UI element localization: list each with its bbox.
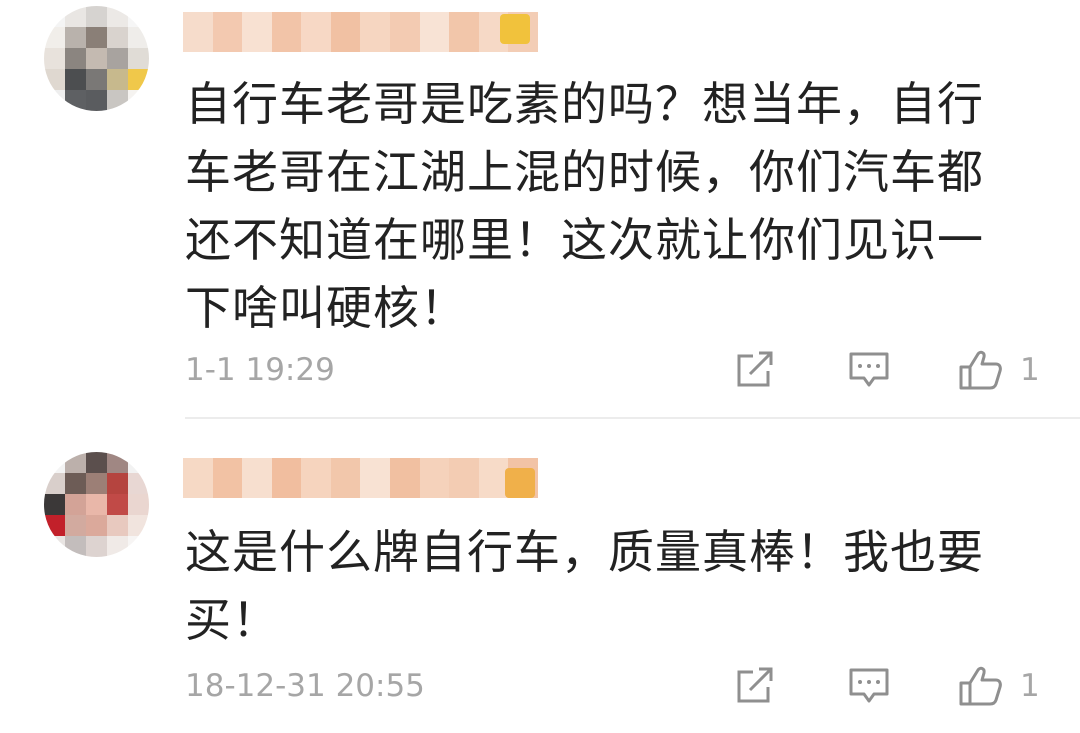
vip-badge-icon [505, 468, 535, 498]
like-icon [959, 666, 1002, 706]
username-censored[interactable] [183, 458, 538, 498]
comment-text: 自行车老哥是吃素的吗？想当年，自行车老哥在江湖上混的时候，你们汽车都还不知道在哪… [185, 77, 984, 335]
comment-item: 自行车老哥是吃素的吗？想当年，自行车老哥在江湖上混的时候，你们汽车都还不知道在哪… [0, 0, 1080, 418]
comment-meta: 18-12-31 20:55 1 [185, 666, 1050, 706]
comment-text: 这是什么牌自行车，质量真棒！我也要买！ [185, 525, 984, 647]
comment-feed: 自行车老哥是吃素的吗？想当年，自行车老哥在江湖上混的时候，你们汽车都还不知道在哪… [0, 0, 1080, 733]
reply-button[interactable] [847, 350, 891, 390]
share-icon [737, 351, 773, 387]
share-button[interactable] [733, 350, 775, 390]
share-icon [737, 667, 773, 703]
comment-timestamp: 1-1 19:29 [185, 352, 335, 388]
like-icon [959, 350, 1002, 390]
reply-icon [849, 352, 889, 387]
vip-badge-icon [500, 14, 530, 44]
reply-button[interactable] [847, 666, 891, 706]
like-count: 1 [1020, 668, 1040, 704]
username-censored[interactable] [183, 12, 538, 52]
comment-item: 这是什么牌自行车，质量真棒！我也要买！ 18-12-31 20:55 1 [0, 418, 1080, 733]
avatar[interactable] [44, 6, 149, 111]
share-button[interactable] [733, 666, 775, 706]
reply-icon [849, 668, 889, 703]
avatar[interactable] [44, 452, 149, 557]
comment-timestamp: 18-12-31 20:55 [185, 668, 425, 704]
like-button[interactable]: 1 [958, 350, 1040, 390]
like-count: 1 [1020, 352, 1040, 388]
like-button[interactable]: 1 [958, 666, 1040, 706]
comment-meta: 1-1 19:29 1 [185, 350, 1050, 390]
